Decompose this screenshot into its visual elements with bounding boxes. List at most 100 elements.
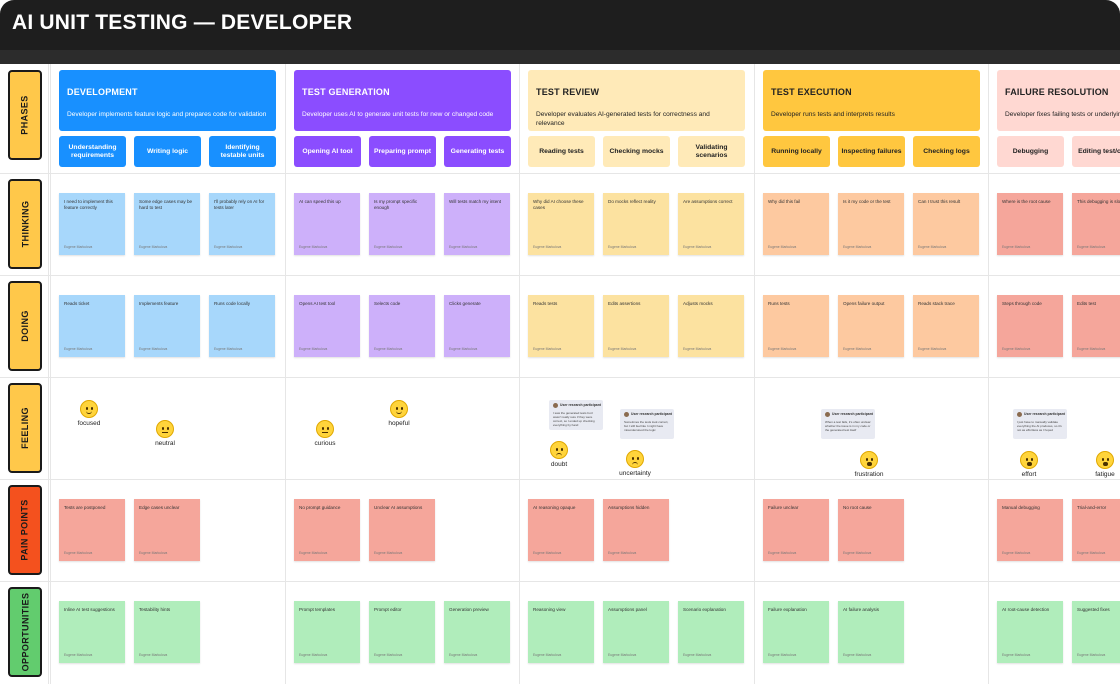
opportunities-sticky[interactable]: Failure explanation Eugene Markulova <box>763 601 829 663</box>
sticky-author: Eugene Markulova <box>683 245 712 249</box>
phase-title: TEST EXECUTION <box>771 87 852 97</box>
sticky-author: Eugene Markulova <box>139 551 168 555</box>
subtask-card[interactable]: Understanding requirements <box>59 136 126 167</box>
thinking-sticky[interactable]: I need to implement this feature correct… <box>59 193 125 255</box>
thinking-sticky[interactable]: Why did AI choose these cases Eugene Mark… <box>528 193 594 255</box>
research-quote-card[interactable]: User research participant Sometimes the t… <box>620 409 674 439</box>
sticky-text: Is it my code or the test <box>843 199 891 204</box>
doing-sticky[interactable]: Edits test Eugene Markulova <box>1072 295 1120 357</box>
doing-sticky[interactable]: Reads tests Eugene Markulova <box>528 295 594 357</box>
thinking-sticky[interactable]: AI can speed this up Eugene Markulova <box>294 193 360 255</box>
opportunities-sticky[interactable]: Assumptions panel Eugene Markulova <box>603 601 669 663</box>
pain_points-sticky[interactable]: Unclear AI assumptions Eugene Markulova <box>369 499 435 561</box>
thinking-sticky[interactable]: Some edge cases may be hard to test Eugen… <box>134 193 200 255</box>
sticky-author: Eugene Markulova <box>843 653 872 657</box>
sticky-author: Eugene Markulova <box>449 347 478 351</box>
opportunities-sticky[interactable]: Inline AI test suggestions Eugene Markulo… <box>59 601 125 663</box>
opportunities-sticky[interactable]: Prompt editor Eugene Markulova <box>369 601 435 663</box>
emoji-smile-icon <box>80 400 98 418</box>
doing-sticky[interactable]: Implements feature Eugene Markulova <box>134 295 200 357</box>
pain_points-sticky[interactable]: Manual debugging Eugene Markulova <box>997 499 1063 561</box>
doing-sticky[interactable]: Selects code Eugene Markulova <box>369 295 435 357</box>
subtask-card[interactable]: Preparing prompt <box>369 136 436 167</box>
subtask-card[interactable]: Reading tests <box>528 136 595 167</box>
sticky-author: Eugene Markulova <box>608 653 637 657</box>
pain_points-sticky[interactable]: Assumptions hidden Eugene Markulova <box>603 499 669 561</box>
subtask-card[interactable]: Editing test/code <box>1072 136 1120 167</box>
phase-header-4[interactable]: FAILURE RESOLUTION Developer fixes failin… <box>997 70 1120 131</box>
research-quote-card[interactable]: User research participant I saw the gener… <box>549 400 603 430</box>
opportunities-sticky[interactable]: Generation preview Eugene Markulova <box>444 601 510 663</box>
participant-name: User research participant <box>1024 412 1065 416</box>
opportunities-sticky[interactable]: Scenario explanation Eugene Markulova <box>678 601 744 663</box>
pain_points-sticky[interactable]: No prompt guidance Eugene Markulova <box>294 499 360 561</box>
opportunities-sticky[interactable]: Testability hints Eugene Markulova <box>134 601 200 663</box>
subtask-card[interactable]: Checking logs <box>913 136 980 167</box>
sticky-text: AI reasoning opaque <box>533 505 576 510</box>
subtask-card[interactable]: Running locally <box>763 136 830 167</box>
subtask-card[interactable]: Generating tests <box>444 136 511 167</box>
doing-sticky[interactable]: Opens failure output Eugene Markulova <box>838 295 904 357</box>
row-label-3: FEELING <box>8 383 42 473</box>
subtask-card[interactable]: Opening AI tool <box>294 136 361 167</box>
phase-header-2[interactable]: TEST REVIEW Developer evaluates AI-genera… <box>528 70 745 131</box>
subtask-card[interactable]: Identifying testable units <box>209 136 276 167</box>
eye <box>556 448 558 451</box>
thinking-sticky[interactable]: I'll probably rely on AI for tests later… <box>209 193 275 255</box>
opportunities-sticky[interactable]: AI root-cause detection Eugene Markulova <box>997 601 1063 663</box>
participant-avatar <box>624 412 629 417</box>
doing-sticky[interactable]: Clicks generate Eugene Markulova <box>444 295 510 357</box>
thinking-sticky[interactable]: Is it my code or the test Eugene Markulov… <box>838 193 904 255</box>
sticky-text: Where is the root cause <box>1002 199 1051 204</box>
thinking-sticky[interactable]: Why did this fail Eugene Markulova <box>763 193 829 255</box>
thinking-sticky[interactable]: Do mocks reflect reality Eugene Markulova <box>603 193 669 255</box>
pain_points-sticky[interactable]: AI reasoning opaque Eugene Markulova <box>528 499 594 561</box>
doing-sticky[interactable]: Edits assertions Eugene Markulova <box>603 295 669 357</box>
opportunities-sticky[interactable]: Prompt templates Eugene Markulova <box>294 601 360 663</box>
thinking-sticky[interactable]: Is my prompt specific enough Eugene Marku… <box>369 193 435 255</box>
sticky-author: Eugene Markulova <box>918 245 947 249</box>
subtask-card[interactable]: Writing logic <box>134 136 201 167</box>
subtask-card[interactable]: Debugging <box>997 136 1064 167</box>
doing-sticky[interactable]: Runs code locally Eugene Markulova <box>209 295 275 357</box>
phase-header-1[interactable]: TEST GENERATION Developer uses AI to gene… <box>294 70 511 131</box>
opportunities-sticky[interactable]: AI failure analysis Eugene Markulova <box>838 601 904 663</box>
phase-header-0[interactable]: DEVELOPMENT Developer implements feature … <box>59 70 276 131</box>
mouth <box>396 411 402 414</box>
pain_points-sticky[interactable]: Edge cases unclear Eugene Markulova <box>134 499 200 561</box>
eye <box>162 427 164 430</box>
doing-sticky[interactable]: Adjusts mocks Eugene Markulova <box>678 295 744 357</box>
thinking-sticky[interactable]: This debugging is slow Eugene Markulova <box>1072 193 1120 255</box>
sticky-author: Eugene Markulova <box>533 245 562 249</box>
doing-sticky[interactable]: Reads stack trace Eugene Markulova <box>913 295 979 357</box>
opportunities-sticky[interactable]: Suggested fixes Eugene Markulova <box>1072 601 1120 663</box>
title-bar: AI UNIT TESTING — DEVELOPER <box>0 0 1120 50</box>
pain_points-sticky[interactable]: No root cause Eugene Markulova <box>838 499 904 561</box>
feeling-label: focused <box>77 420 101 427</box>
journey-map-canvas[interactable]: PHASES THINKING DOING FEELING PAIN POINTS OPP… <box>0 64 1120 684</box>
thinking-sticky[interactable]: Can I trust this result Eugene Markulova <box>913 193 979 255</box>
phase-description: Developer runs tests and interprets resu… <box>771 111 895 118</box>
thinking-sticky[interactable]: Will tests match my intent Eugene Markulo… <box>444 193 510 255</box>
thinking-sticky[interactable]: Are assumptions correct Eugene Markulova <box>678 193 744 255</box>
research-quote-card[interactable]: User research participant When a test fai… <box>821 409 875 439</box>
subtask-card[interactable]: Validating scenarios <box>678 136 745 167</box>
emoji-smile-icon <box>390 400 408 418</box>
pain_points-sticky[interactable]: Failure unclear Eugene Markulova <box>763 499 829 561</box>
subtask-card[interactable]: Checking mocks <box>603 136 670 167</box>
pain_points-sticky[interactable]: Trial-and-error Eugene Markulova <box>1072 499 1120 561</box>
column-divider <box>988 64 989 684</box>
opportunities-sticky[interactable]: Reasoning view Eugene Markulova <box>528 601 594 663</box>
doing-sticky[interactable]: Reads ticket Eugene Markulova <box>59 295 125 357</box>
sticky-author: Eugene Markulova <box>374 653 403 657</box>
subtask-card[interactable]: Inspecting failures <box>838 136 905 167</box>
doing-sticky[interactable]: Steps through code Eugene Markulova <box>997 295 1063 357</box>
doing-sticky[interactable]: Runs tests Eugene Markulova <box>763 295 829 357</box>
phase-header-3[interactable]: TEST EXECUTION Developer runs tests and i… <box>763 70 980 131</box>
column-divider <box>285 64 286 684</box>
thinking-sticky[interactable]: Where is the root cause Eugene Markulova <box>997 193 1063 255</box>
doing-sticky[interactable]: Opens AI test tool Eugene Markulova <box>294 295 360 357</box>
pain_points-sticky[interactable]: Tests are postponed Eugene Markulova <box>59 499 125 561</box>
research-quote-card[interactable]: User research participant I just have to … <box>1013 409 1067 439</box>
sticky-text: Scenario explanation <box>683 607 726 612</box>
